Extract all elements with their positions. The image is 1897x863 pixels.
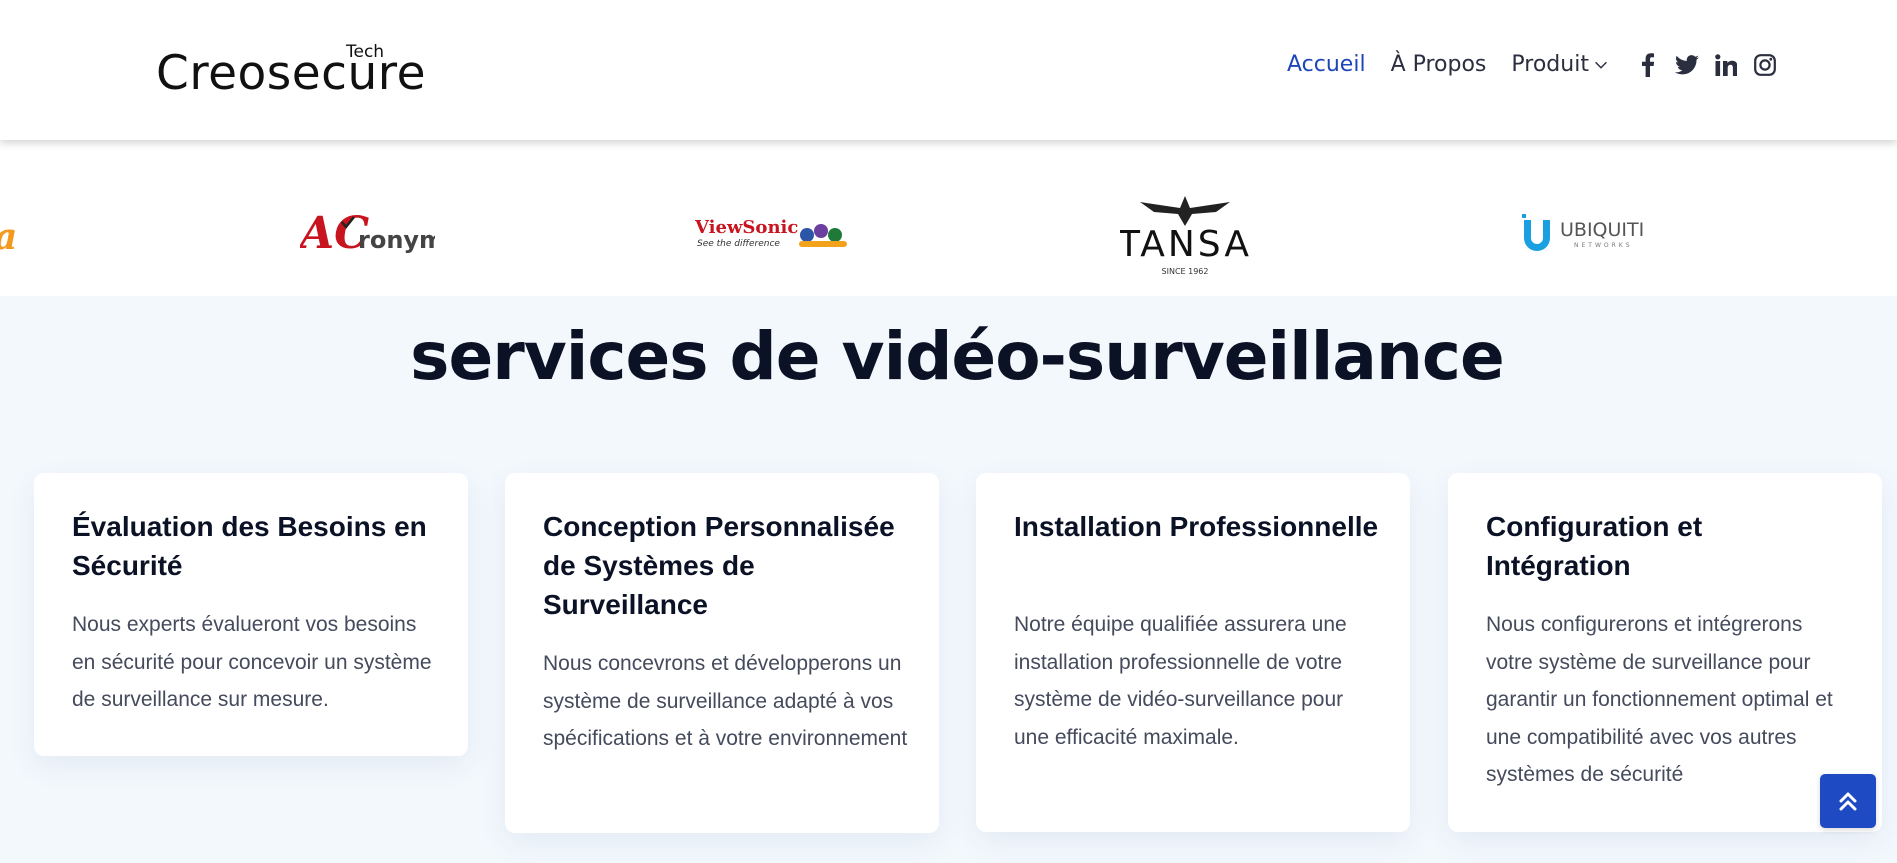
viewsonic-logo-text: ViewSonic: [695, 217, 798, 238]
service-card-title: Installation Professionnelle: [1014, 511, 1379, 542]
linkedin-icon[interactable]: [1714, 53, 1738, 77]
partner-logos-strip: a AC ronym ViewSonic See the difference …: [0, 140, 1897, 296]
logo-main-text: Creosecure: [156, 46, 427, 101]
service-card-text: Nous experts évalueront vos besoins en s…: [72, 613, 432, 711]
social-links: [1636, 52, 1792, 77]
service-card-installation: Installation Professionnelle Notre équip…: [976, 473, 1410, 832]
ubiquiti-logo-text: UBIQUITI: [1560, 219, 1644, 241]
nav-link-a-propos[interactable]: À Propos: [1391, 52, 1487, 77]
service-card-text: Nous configurerons et intégrerons votre …: [1486, 613, 1833, 786]
partner-logo-ubiquiti: UBIQUITI NETWORKS: [1520, 210, 1670, 258]
service-card-text: Nous concevrons et développerons un syst…: [543, 652, 908, 750]
service-card-conception: Conception Personnalisée de Systèmes de …: [505, 473, 939, 833]
nav-link-produit-label: Produit: [1511, 52, 1589, 77]
instagram-icon[interactable]: [1753, 53, 1777, 77]
ubiquiti-logo-sub: NETWORKS: [1574, 242, 1633, 249]
service-card-evaluation: Évaluation des Besoins en Sécurité Nous …: [34, 473, 468, 756]
service-card-title: Évaluation des Besoins en Sécurité: [72, 511, 427, 581]
partner-logo-tansa: TANSA SINCE 1962: [1117, 190, 1250, 278]
tansa-logo-text: TANSA: [1120, 224, 1250, 265]
logo-sup-text: Tech: [346, 42, 385, 62]
nav-link-accueil[interactable]: Accueil: [1287, 52, 1366, 77]
site-header: Creosecure Tech Accueil À Propos Produit: [0, 0, 1897, 140]
partner-logo-viewsonic: ViewSonic See the difference: [694, 213, 855, 253]
back-to-top-button[interactable]: [1820, 774, 1876, 828]
twitter-icon[interactable]: [1674, 53, 1699, 77]
main-nav: Accueil À Propos Produit: [1287, 52, 1792, 77]
service-card-text: Notre équipe qualifiée assurera une inst…: [1014, 613, 1347, 749]
tansa-logo-since: SINCE 1962: [1162, 267, 1209, 276]
service-card-title: Configuration et Intégration: [1486, 511, 1703, 581]
double-chevron-up-icon: [1839, 792, 1857, 811]
partner-logo-acronym: AC ronym: [296, 208, 444, 259]
partner-logo-partial: a: [0, 216, 17, 258]
acronym-logo-text: ronym: [358, 226, 435, 254]
service-card-configuration: Configuration et Intégration Nous config…: [1448, 473, 1882, 832]
site-logo[interactable]: Creosecure Tech: [156, 40, 426, 100]
section-title: services de vidéo-surveillance: [410, 318, 1505, 395]
nav-link-produit[interactable]: Produit: [1511, 52, 1610, 77]
service-card-title: Conception Personnalisée de Systèmes de …: [543, 511, 895, 620]
chevron-down-icon: [1595, 61, 1607, 69]
facebook-icon[interactable]: [1636, 52, 1660, 77]
viewsonic-logo-tagline: See the difference: [697, 239, 780, 249]
